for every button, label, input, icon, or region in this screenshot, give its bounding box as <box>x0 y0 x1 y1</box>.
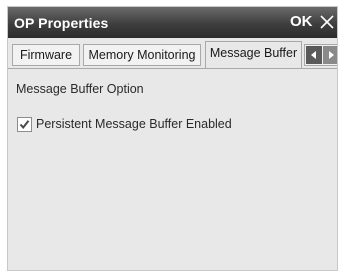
tab-bar: Firmware Memory Monitoring Message Buffe… <box>8 38 337 69</box>
op-properties-window: OP Properties OK Firmware Memory Monitor… <box>7 6 338 271</box>
persistent-buffer-row[interactable]: Persistent Message Buffer Enabled <box>17 115 232 133</box>
tab-memory-monitoring[interactable]: Memory Monitoring <box>83 44 201 66</box>
title-bar: OP Properties OK <box>8 7 337 38</box>
tab-scroll-control <box>304 44 337 66</box>
message-buffer-panel: Message Buffer Option Persistent Message… <box>8 68 337 270</box>
close-icon <box>320 15 334 29</box>
close-button[interactable] <box>315 7 337 38</box>
tab-message-buffer[interactable]: Message Buffer <box>205 41 302 69</box>
tab-firmware[interactable]: Firmware <box>12 44 80 66</box>
arrow-left-icon <box>311 51 316 59</box>
tab-scroll-right-button[interactable] <box>323 46 337 64</box>
section-label: Message Buffer Option <box>16 82 144 96</box>
window-title: OP Properties <box>14 15 109 31</box>
persistent-buffer-label: Persistent Message Buffer Enabled <box>36 117 232 131</box>
ok-button[interactable]: OK <box>290 13 313 30</box>
checkmark-icon <box>19 119 30 129</box>
arrow-right-icon <box>329 51 334 59</box>
persistent-buffer-checkbox[interactable] <box>17 116 32 132</box>
tab-scroll-left-button[interactable] <box>306 46 322 64</box>
